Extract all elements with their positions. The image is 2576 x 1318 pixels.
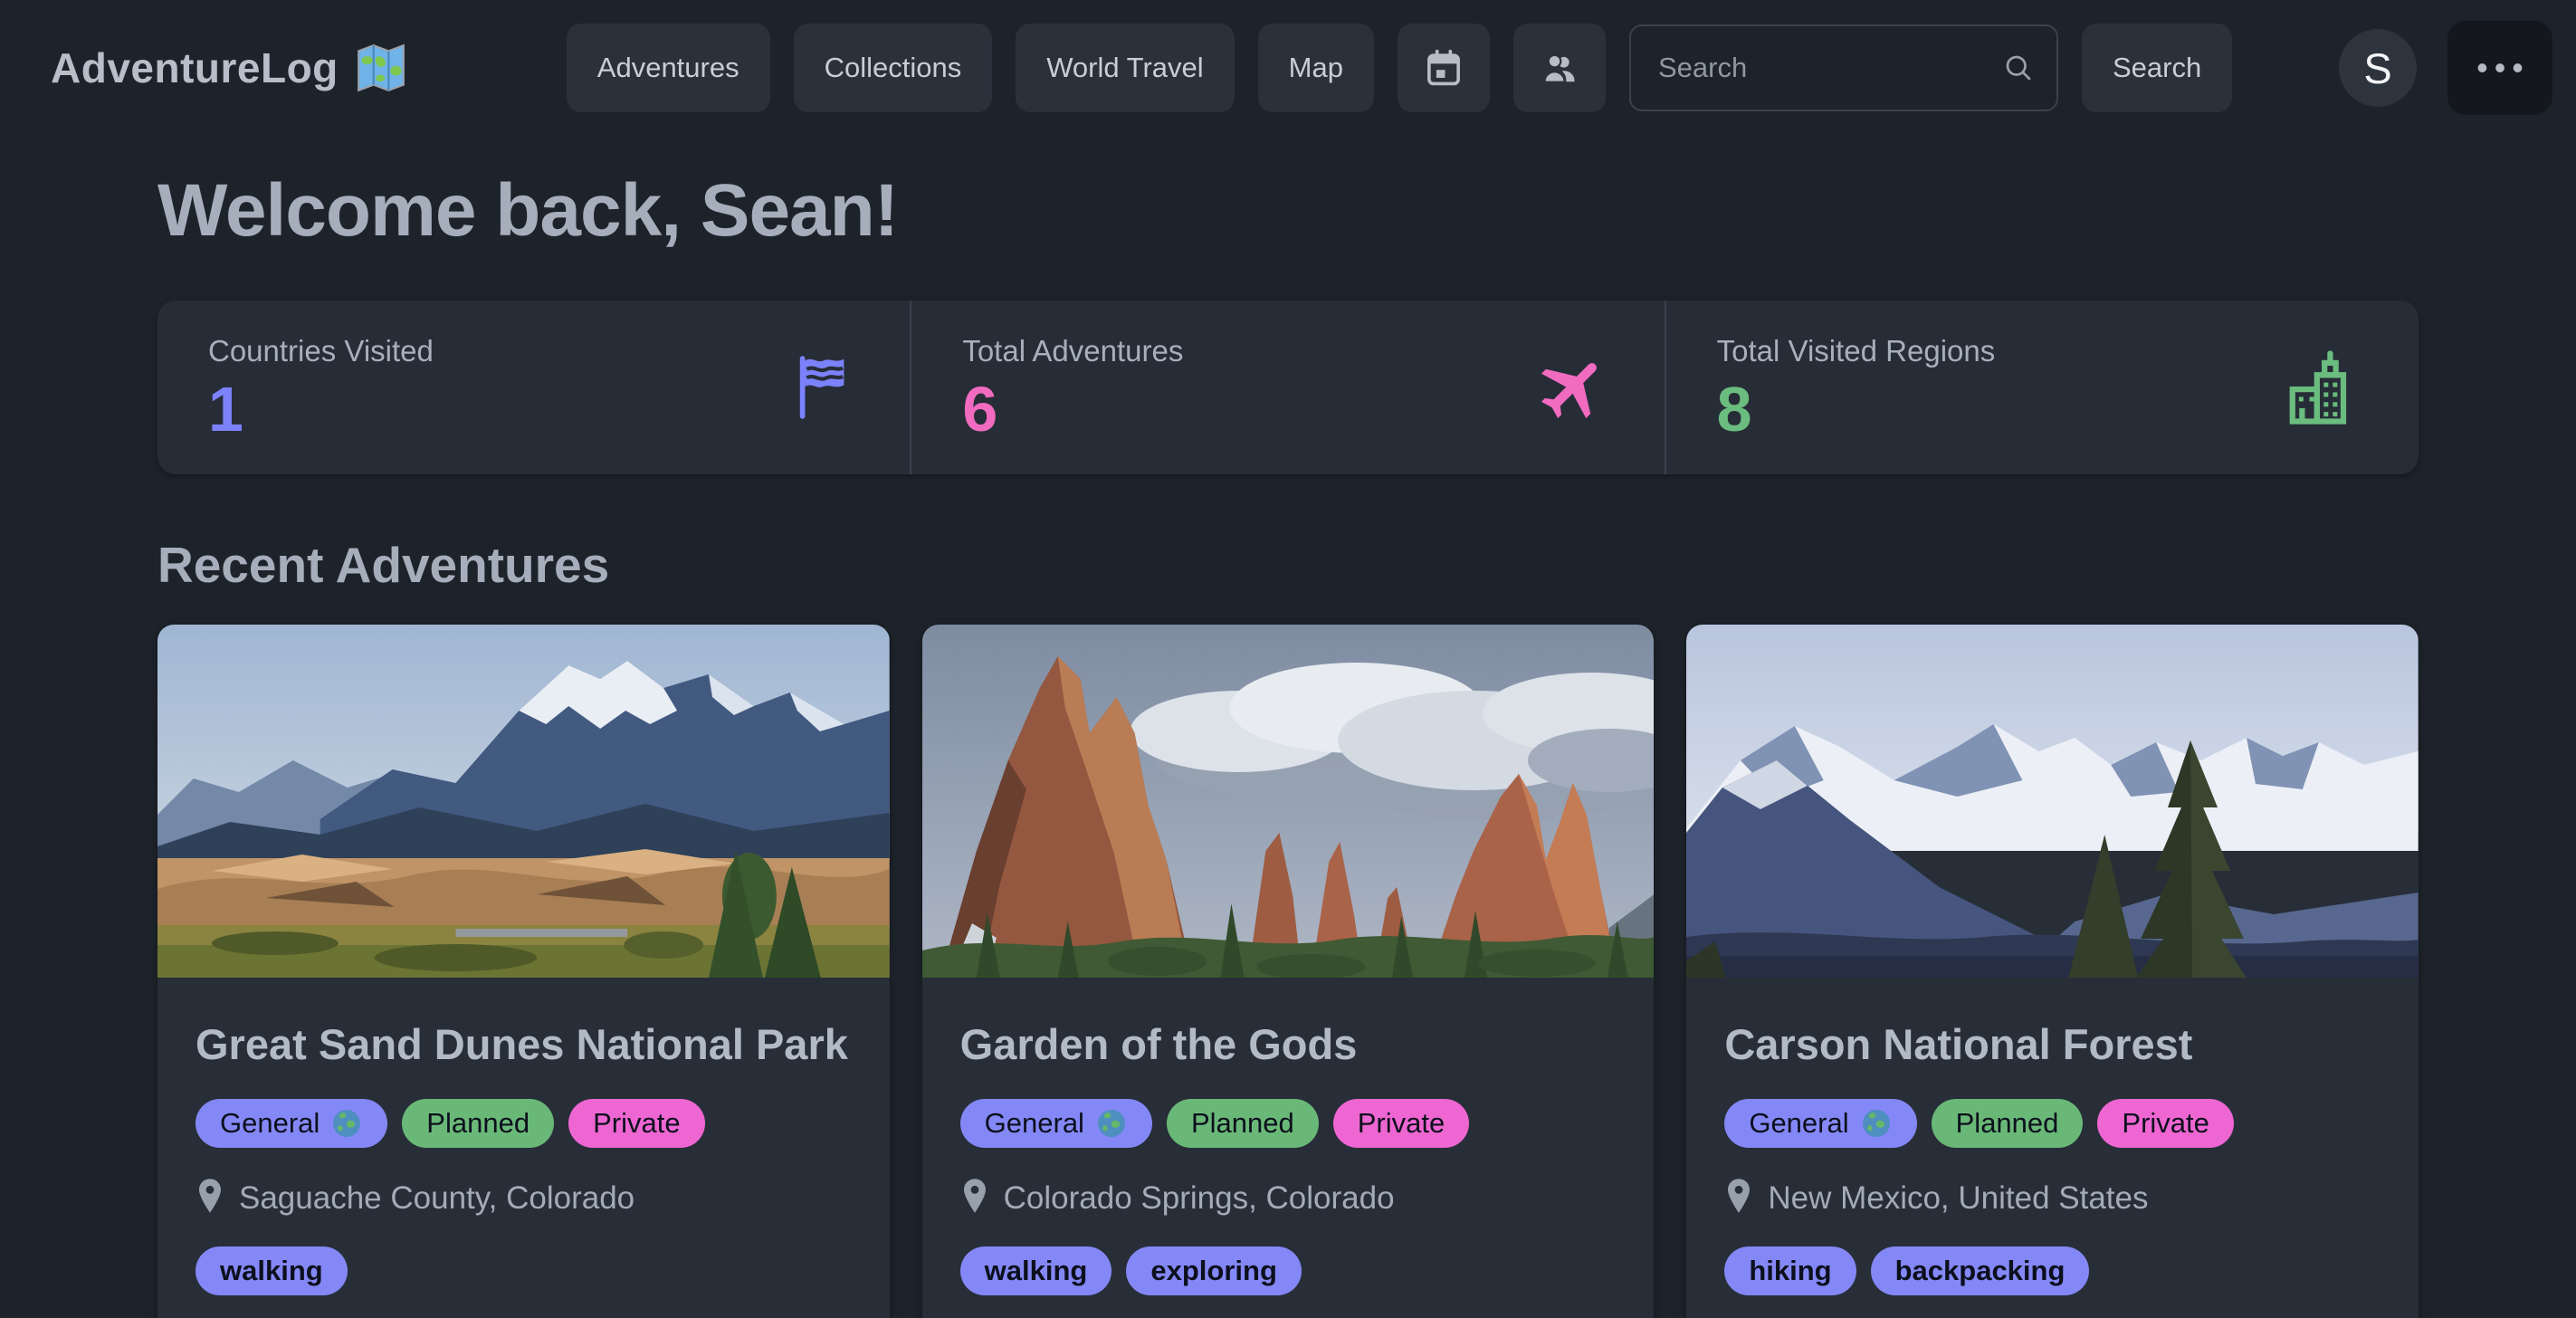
status-badge: Planned — [402, 1099, 554, 1148]
card-body: Great Sand Dunes National Park General P… — [157, 978, 890, 1318]
flag-icon — [788, 350, 857, 425]
search-input[interactable] — [1629, 24, 2058, 111]
stat-label: Total Visited Regions — [1717, 334, 2368, 368]
stat-total-adventures: Total Adventures 6 — [910, 301, 1664, 474]
navbar: AdventureLog Adventures Collections Worl… — [0, 0, 2576, 136]
search-button[interactable]: Search — [2082, 24, 2232, 112]
visibility-badge: Private — [568, 1099, 704, 1148]
stat-label: Countries Visited — [208, 334, 859, 368]
nav-adventures-button[interactable]: Adventures — [567, 24, 770, 112]
location-row: New Mexico, United States — [1724, 1177, 2380, 1219]
adventure-card: Great Sand Dunes National Park General P… — [157, 625, 890, 1318]
pin-icon — [960, 1177, 989, 1219]
category-badge: General — [960, 1099, 1152, 1148]
card-body: Garden of the Gods General Planned Priva… — [922, 978, 1655, 1318]
activity-tag: backpacking — [1871, 1246, 2090, 1295]
location-row: Colorado Springs, Colorado — [960, 1177, 1617, 1219]
badge-row: General Planned Private — [1724, 1099, 2380, 1148]
stat-total-visited-regions: Total Visited Regions 8 — [1665, 301, 2419, 474]
stat-value: 1 — [208, 377, 859, 441]
activity-tag: hiking — [1724, 1246, 1856, 1295]
category-badge: General — [196, 1099, 387, 1148]
stat-label: Total Adventures — [962, 334, 1613, 368]
carson-forest-photo[interactable] — [1686, 625, 2419, 978]
nav-map-button[interactable]: Map — [1258, 24, 1374, 112]
status-badge: Planned — [1932, 1099, 2084, 1148]
globe-icon — [1860, 1107, 1893, 1140]
pin-icon — [1724, 1177, 1753, 1219]
card-title[interactable]: Carson National Forest — [1724, 1017, 2380, 1072]
visibility-badge: Private — [1333, 1099, 1469, 1148]
tag-row: walking exploring — [960, 1246, 1617, 1295]
adventure-card: Carson National Forest General Planned P… — [1686, 625, 2419, 1318]
nav-world-travel-button[interactable]: World Travel — [1016, 24, 1234, 112]
users-button[interactable] — [1513, 24, 1606, 112]
tag-row: hiking backpacking — [1724, 1246, 2380, 1295]
adventure-card: Garden of the Gods General Planned Priva… — [922, 625, 1655, 1318]
badge-row: General Planned Private — [196, 1099, 852, 1148]
status-badge: Planned — [1167, 1099, 1319, 1148]
calendar-icon — [1424, 48, 1464, 88]
search-field-wrap — [1629, 24, 2058, 111]
location-text: Colorado Springs, Colorado — [1004, 1180, 1395, 1217]
sand-dunes-photo[interactable] — [157, 625, 890, 978]
city-icon — [2275, 342, 2366, 433]
location-text: New Mexico, United States — [1768, 1180, 2148, 1217]
badge-row: General Planned Private — [960, 1099, 1617, 1148]
pin-icon — [196, 1177, 224, 1219]
user-avatar[interactable]: S — [2339, 29, 2417, 107]
visibility-badge: Private — [2097, 1099, 2233, 1148]
stat-countries-visited: Countries Visited 1 — [157, 301, 910, 474]
card-title[interactable]: Garden of the Gods — [960, 1017, 1617, 1072]
plane-icon — [1532, 348, 1612, 427]
stat-value: 6 — [962, 377, 1613, 441]
location-row: Saguache County, Colorado — [196, 1177, 852, 1219]
globe-icon — [1095, 1107, 1128, 1140]
adventure-cards: Great Sand Dunes National Park General P… — [157, 625, 2419, 1318]
overflow-menu-button[interactable]: ••• — [2447, 21, 2552, 115]
tag-row: walking — [196, 1246, 852, 1295]
main-content: Welcome back, Sean! Countries Visited 1 … — [0, 168, 2576, 1318]
app-logo[interactable]: AdventureLog — [51, 42, 407, 94]
stat-value: 8 — [1717, 377, 2368, 441]
welcome-heading: Welcome back, Sean! — [157, 168, 2419, 253]
activity-tag: walking — [196, 1246, 348, 1295]
stats-panel: Countries Visited 1 Total Adventures 6 — [157, 301, 2419, 474]
category-badge: General — [1724, 1099, 1916, 1148]
ellipsis-icon: ••• — [2476, 49, 2530, 87]
recent-adventures-heading: Recent Adventures — [157, 536, 2419, 594]
users-icon — [1540, 48, 1579, 88]
globe-icon — [330, 1107, 363, 1140]
activity-tag: exploring — [1126, 1246, 1302, 1295]
calendar-button[interactable] — [1398, 24, 1490, 112]
nav-collections-button[interactable]: Collections — [794, 24, 993, 112]
app-title: AdventureLog — [51, 43, 339, 92]
garden-of-the-gods-photo[interactable] — [922, 625, 1655, 978]
card-body: Carson National Forest General Planned P… — [1686, 978, 2419, 1318]
location-text: Saguache County, Colorado — [239, 1180, 634, 1217]
activity-tag: walking — [960, 1246, 1112, 1295]
map-emoji-icon — [355, 42, 407, 94]
card-title[interactable]: Great Sand Dunes National Park — [196, 1017, 852, 1072]
